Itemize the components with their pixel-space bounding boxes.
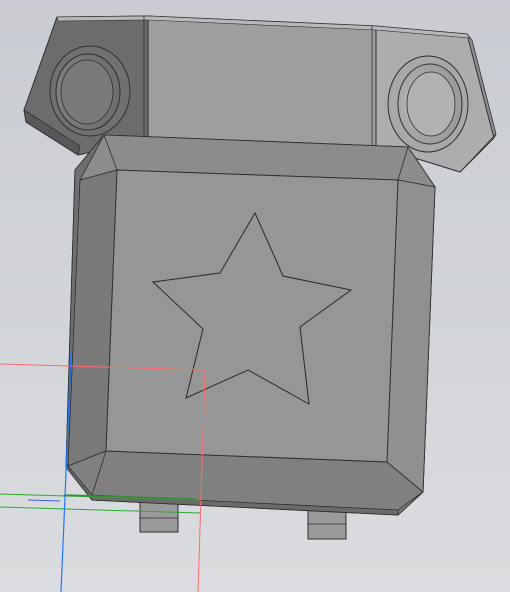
model-scene[interactable] <box>0 0 510 592</box>
cad-3d-viewport[interactable] <box>0 0 510 592</box>
right-mount-boss <box>387 55 469 153</box>
left-mount-boss <box>49 45 131 137</box>
front-plate <box>65 134 436 516</box>
plate-face <box>105 169 399 463</box>
